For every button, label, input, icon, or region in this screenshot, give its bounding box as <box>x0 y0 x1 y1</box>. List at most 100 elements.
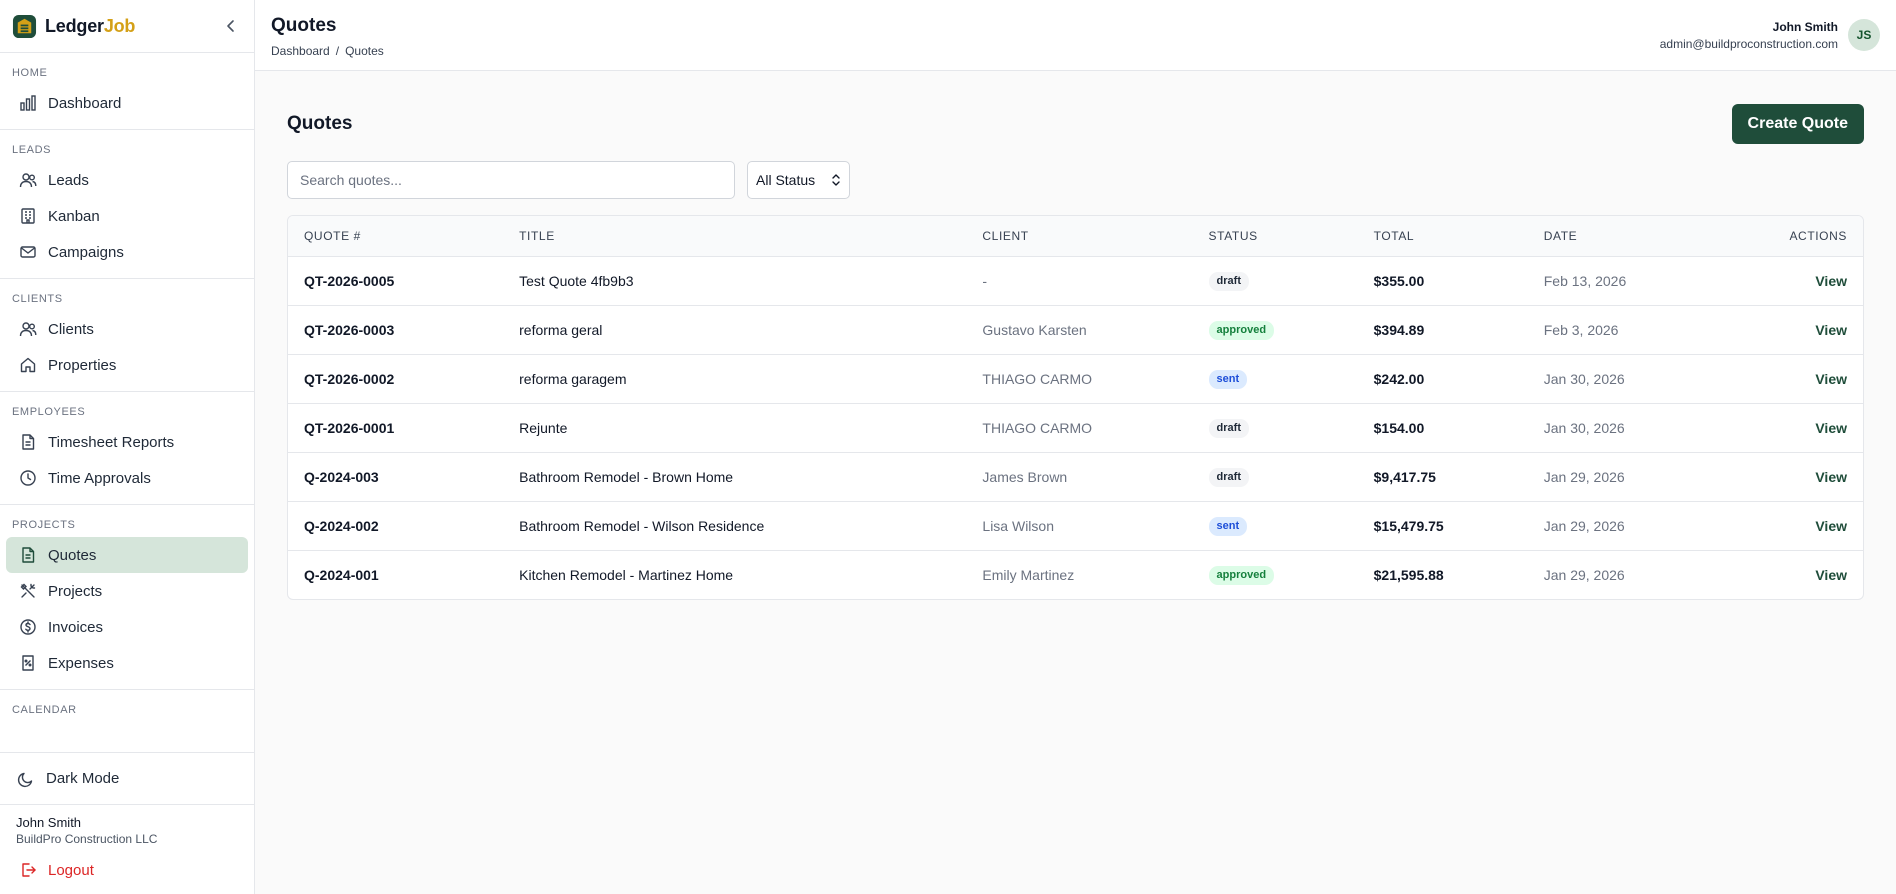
quote-client: Gustavo Karsten <box>966 305 1193 355</box>
quotes-table: QUOTE # TITLE CLIENT STATUS TOTAL DATE A… <box>287 215 1864 600</box>
section-title: PROJECTS <box>12 519 76 531</box>
chart-bars-icon <box>18 93 38 113</box>
column-header-status: STATUS <box>1192 216 1358 257</box>
page-header-title: Quotes <box>271 15 337 36</box>
nav-section-clients: CLIENTS Clients Properties <box>0 279 254 392</box>
column-header-actions: ACTIONS <box>1692 216 1863 257</box>
table-row[interactable]: Q-2024-001 Kitchen Remodel - Martinez Ho… <box>288 551 1863 600</box>
sidebar-item-time-approvals[interactable]: Time Approvals <box>6 460 248 496</box>
quote-client: THIAGO CARMO <box>966 354 1193 404</box>
quote-date: Feb 13, 2026 <box>1527 256 1693 306</box>
quote-number: QT-2026-0002 <box>288 354 504 404</box>
quote-total: $394.89 <box>1357 305 1528 355</box>
quote-date: Feb 3, 2026 <box>1527 305 1693 355</box>
sidebar-item-properties[interactable]: Properties <box>6 347 248 383</box>
view-quote-link[interactable]: View <box>1815 567 1847 583</box>
quote-total: $355.00 <box>1357 256 1528 306</box>
quote-title: Bathroom Remodel - Brown Home <box>503 452 967 502</box>
sidebar-item-expenses[interactable]: Expenses <box>6 645 248 681</box>
sidebar-item-label: Campaigns <box>48 243 124 261</box>
mail-icon <box>18 242 38 262</box>
quote-number: Q-2024-003 <box>288 452 504 502</box>
quote-title: Test Quote 4fb9b3 <box>503 256 967 306</box>
sidebar-item-leads[interactable]: Leads <box>6 162 248 198</box>
users-icon <box>18 319 38 339</box>
sidebar-item-dashboard[interactable]: Dashboard <box>6 85 248 121</box>
search-input[interactable] <box>287 161 735 199</box>
quote-title: reforma geral <box>503 305 967 355</box>
status-badge: draft <box>1208 468 1249 487</box>
status-badge: draft <box>1208 419 1249 438</box>
breadcrumb-dashboard-link[interactable]: Dashboard <box>271 44 330 58</box>
header-user: John Smith admin@buildproconstruction.co… <box>1660 0 1880 51</box>
breadcrumb-current: Quotes <box>345 44 384 58</box>
sidebar-item-timesheet-reports[interactable]: Timesheet Reports <box>6 424 248 460</box>
quote-number: QT-2026-0005 <box>288 256 504 306</box>
view-quote-link[interactable]: View <box>1815 273 1847 289</box>
quote-status-cell: sent <box>1192 354 1358 404</box>
view-quote-link[interactable]: View <box>1815 420 1847 436</box>
view-quote-link[interactable]: View <box>1815 518 1847 534</box>
logout-icon <box>18 860 38 880</box>
quote-actions-cell: View <box>1693 551 1863 600</box>
status-badge: sent <box>1208 370 1248 389</box>
table-row[interactable]: QT-2026-0001 Rejunte THIAGO CARMO draft … <box>288 403 1863 453</box>
sidebar-item-quotes[interactable]: Quotes <box>6 537 248 573</box>
view-quote-link[interactable]: View <box>1815 469 1847 485</box>
quote-title: reforma garagem <box>503 354 967 404</box>
table-body: QT-2026-0005 Test Quote 4fb9b3 - draft $… <box>288 256 1863 600</box>
create-quote-button[interactable]: Create Quote <box>1731 104 1864 144</box>
sidebar-item-label: Dashboard <box>48 94 122 112</box>
quote-client: Emily Martinez <box>982 567 1075 583</box>
table-row[interactable]: QT-2026-0002 reforma garagem THIAGO CARM… <box>288 354 1863 404</box>
sidebar-item-invoices[interactable]: Invoices <box>6 609 248 645</box>
column-header-title: TITLE <box>503 216 967 257</box>
file-text-icon <box>18 432 38 452</box>
quote-client: Lisa Wilson <box>966 501 1193 551</box>
sidebar-item-label: Clients <box>48 320 94 338</box>
sidebar-item-label: Time Approvals <box>48 469 151 487</box>
table-row[interactable]: Q-2024-002 Bathroom Remodel - Wilson Res… <box>288 501 1863 551</box>
quote-total: $21,595.88 <box>1373 567 1444 583</box>
sidebar-item-clients[interactable]: Clients <box>6 311 248 347</box>
quote-number: Q-2024-002 <box>288 501 504 551</box>
table-row[interactable]: QT-2026-0005 Test Quote 4fb9b3 - draft $… <box>288 256 1863 306</box>
quote-status-cell: sent <box>1192 501 1358 551</box>
sidebar-item-campaigns[interactable]: Campaigns <box>6 234 248 270</box>
home-icon <box>18 355 38 375</box>
quote-total: $154.00 <box>1357 403 1528 453</box>
quote-status-cell: approved <box>1192 305 1358 355</box>
quote-actions-cell: View <box>1692 354 1863 404</box>
section-title: CLIENTS <box>12 293 63 305</box>
table-row[interactable]: Q-2024-003 Bathroom Remodel - Brown Home… <box>288 452 1863 502</box>
section-title: CALENDAR <box>12 704 77 716</box>
section-title: HOME <box>12 67 48 79</box>
logout-button[interactable]: Logout <box>0 852 254 888</box>
column-header-quote-number: QUOTE # <box>288 216 504 257</box>
avatar[interactable]: JS <box>1848 19 1880 51</box>
sidebar-item-kanban[interactable]: Kanban <box>6 198 248 234</box>
sidebar-nav: HOME Dashboard LEADS Leads Kanban Campai… <box>0 53 254 752</box>
view-quote-link[interactable]: View <box>1815 371 1847 387</box>
nav-section-home: HOME Dashboard <box>0 53 254 130</box>
logout-label: Logout <box>48 861 94 879</box>
sidebar-user-name: John Smith <box>16 815 82 830</box>
status-badge: approved <box>1208 566 1275 585</box>
status-filter-select[interactable]: All Status <box>747 161 850 199</box>
page-content: Quotes Create Quote All Status Q <box>255 71 1896 600</box>
view-quote-link[interactable]: View <box>1815 322 1847 338</box>
nav-section-leads: LEADS Leads Kanban Campaigns <box>0 130 254 279</box>
quote-actions-cell: View <box>1692 305 1863 355</box>
quote-status-cell: draft <box>1192 452 1358 502</box>
sidebar-item-projects[interactable]: Projects <box>6 573 248 609</box>
quote-actions-cell: View <box>1692 501 1863 551</box>
collapse-sidebar-button[interactable] <box>220 15 242 37</box>
dollar-circle-icon <box>18 617 38 637</box>
table-row[interactable]: QT-2026-0003 reforma geral Gustavo Karst… <box>288 305 1863 355</box>
moon-icon <box>16 769 36 789</box>
nav-section-projects: PROJECTS Quotes Projects Invoices Expens… <box>0 505 254 690</box>
quote-actions-cell: View <box>1692 452 1863 502</box>
dark-mode-toggle[interactable]: Dark Mode <box>0 753 254 805</box>
sidebar-item-label: Timesheet Reports <box>48 433 175 451</box>
nav-section-calendar: CALENDAR <box>0 690 254 728</box>
